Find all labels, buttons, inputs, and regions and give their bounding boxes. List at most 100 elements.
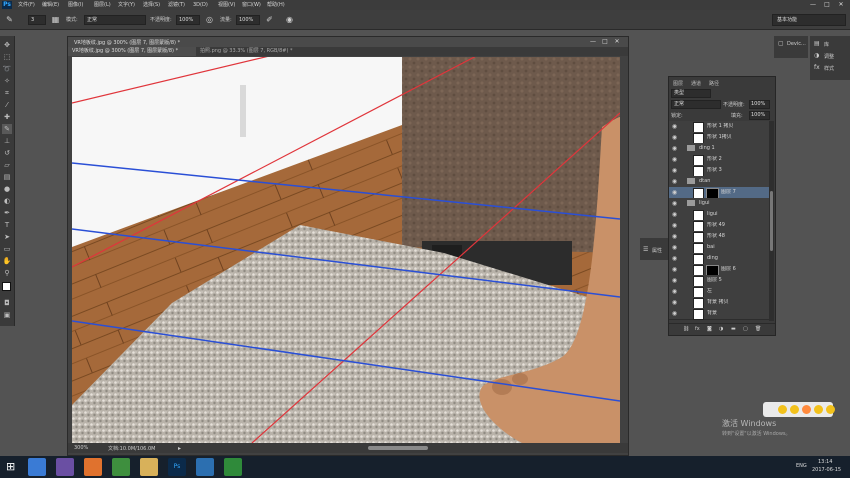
zoom-tool-icon[interactable]: ⚲ — [2, 268, 12, 278]
layer-name[interactable]: 背景 — [707, 310, 767, 317]
opacity-field[interactable]: 100% — [176, 15, 200, 25]
visibility-eye-icon[interactable]: ◉ — [671, 145, 678, 152]
menu-filter[interactable]: 滤镜(T) — [168, 1, 185, 9]
properties-collapsed-panel[interactable]: ☰ 属性 — [640, 238, 668, 260]
clock-time[interactable]: 13:14 — [818, 459, 832, 465]
trash-icon[interactable]: 🗑 — [755, 326, 761, 332]
eraser-tool-icon[interactable]: ▱ — [2, 160, 12, 170]
styles-icon[interactable]: fx — [814, 64, 820, 71]
flow-field[interactable]: 100% — [236, 15, 260, 25]
visibility-eye-icon[interactable]: ◉ — [671, 134, 678, 141]
visibility-eye-icon[interactable]: ◉ — [671, 189, 678, 196]
workspace-select[interactable]: 基本功能 — [772, 14, 846, 26]
brush-tool-icon[interactable]: ✎ — [2, 124, 12, 134]
add-mask-icon[interactable]: ◙ — [707, 326, 712, 332]
close-button[interactable]: ✕ — [834, 0, 848, 10]
type-tool-icon[interactable]: T — [2, 220, 12, 230]
camtasia2-app-icon[interactable] — [224, 458, 242, 476]
gradient-tool-icon[interactable]: ▤ — [2, 172, 12, 182]
properties-icon[interactable]: ☰ — [643, 246, 648, 253]
layer-name[interactable]: 形状 1拷贝 — [707, 134, 767, 141]
menu-3d[interactable]: 3D(D) — [193, 1, 208, 9]
new-group-icon[interactable]: ▬ — [731, 326, 736, 332]
layer-name[interactable]: bai — [707, 244, 767, 251]
chrome-app-icon[interactable] — [28, 458, 46, 476]
history-brush-icon[interactable]: ↺ — [2, 148, 12, 158]
adjustments-icon[interactable]: ◑ — [814, 52, 819, 59]
visibility-eye-icon[interactable]: ◉ — [671, 211, 678, 218]
device-preview-icon[interactable]: ▢ — [778, 40, 784, 47]
layer-name[interactable]: 左 — [707, 288, 767, 295]
visibility-eye-icon[interactable]: ◉ — [671, 277, 678, 284]
layer-opacity-field[interactable]: 100% — [749, 100, 770, 109]
crop-tool-icon[interactable]: ⌗ — [2, 88, 12, 98]
tab-photo[interactable]: 拍照.png @ 33.3% (图层 7, RGB/8#) * — [196, 47, 324, 56]
layer-row[interactable]: ◉ 背景 — [669, 308, 769, 320]
layer-name[interactable]: ligui — [699, 200, 767, 207]
emoji-icon[interactable] — [814, 405, 823, 414]
libraries-label[interactable]: 库 — [824, 41, 829, 48]
tab-channels[interactable]: 通道 — [691, 80, 701, 87]
folder-icon[interactable] — [687, 145, 695, 151]
quick-mask-icon[interactable]: ◘ — [2, 298, 12, 308]
path-select-icon[interactable]: ➤ — [2, 232, 12, 242]
hand-tool-icon[interactable]: ✋ — [2, 256, 12, 266]
visibility-eye-icon[interactable]: ◉ — [671, 244, 678, 251]
clock-date[interactable]: 2017-06-15 — [812, 467, 841, 473]
blend-mode-select[interactable]: 正常 — [671, 100, 721, 109]
brush-panel-icon[interactable]: ▦ — [50, 14, 61, 25]
dodge-tool-icon[interactable]: ◐ — [2, 196, 12, 206]
folder-icon[interactable] — [687, 178, 695, 184]
libraries-icon[interactable]: ▤ — [814, 40, 820, 47]
properties-label[interactable]: 属性 — [652, 247, 662, 254]
adjustment-layer-icon[interactable]: ◑ — [719, 326, 723, 332]
settings-app-icon[interactable] — [56, 458, 74, 476]
layer-list-scrollbar[interactable] — [769, 121, 774, 321]
layer-name[interactable]: 形状 49 — [707, 222, 767, 229]
screen-mode-icon[interactable]: ▣ — [2, 310, 12, 320]
file-explorer-icon[interactable] — [140, 458, 158, 476]
stamp-tool-icon[interactable]: ⊥ — [2, 136, 12, 146]
layer-name[interactable]: 背景 拷贝 — [707, 299, 767, 306]
visibility-eye-icon[interactable]: ◉ — [671, 123, 678, 130]
pressure-size-icon[interactable]: ◉ — [284, 14, 295, 25]
app-taskbar-icon[interactable] — [196, 458, 214, 476]
tab-layers[interactable]: 图层 — [673, 80, 683, 87]
healing-tool-icon[interactable]: ✚ — [2, 112, 12, 122]
layer-name[interactable]: dtan — [699, 178, 767, 185]
menu-select[interactable]: 选择(S) — [143, 1, 160, 9]
menu-layer[interactable]: 图层(L) — [94, 1, 111, 9]
layer-name[interactable]: 形状 3 — [707, 167, 767, 174]
emoji-icon[interactable] — [826, 405, 835, 414]
visibility-eye-icon[interactable]: ◉ — [671, 156, 678, 163]
menu-type[interactable]: 文字(Y) — [118, 1, 135, 9]
eyedropper-icon[interactable]: ⁄ — [2, 100, 12, 110]
fx-icon[interactable]: fx — [695, 326, 700, 332]
layer-filter-select[interactable]: 类型 — [671, 89, 711, 98]
emoji-icon[interactable] — [778, 405, 787, 414]
visibility-eye-icon[interactable]: ◉ — [671, 310, 678, 317]
visibility-eye-icon[interactable]: ◉ — [671, 222, 678, 229]
pen-tool-icon[interactable]: ✒ — [2, 208, 12, 218]
blur-tool-icon[interactable]: ● — [2, 184, 12, 194]
emoji-icon[interactable] — [802, 405, 811, 414]
minimize-button[interactable]: — — [806, 0, 820, 10]
menu-file[interactable]: 文件(F) — [18, 1, 35, 9]
fill-field[interactable]: 100% — [749, 111, 770, 120]
menu-view[interactable]: 视图(V) — [218, 1, 235, 9]
brush-tool-icon[interactable]: ✎ — [4, 14, 15, 25]
tab-vr-floor[interactable]: VR地板纹.jpg @ 300% (图层 7, 图层蒙版/8) * — [68, 47, 196, 56]
maximize-button[interactable]: □ — [820, 0, 834, 10]
visibility-eye-icon[interactable]: ◉ — [671, 299, 678, 306]
menu-image[interactable]: 图像(I) — [68, 1, 83, 9]
layer-name[interactable]: 形状 1 拷贝 — [707, 123, 767, 130]
layer-name[interactable]: ding — [707, 255, 767, 262]
marquee-tool-icon[interactable]: ⬚ — [2, 52, 12, 62]
recorder-app-icon[interactable] — [84, 458, 102, 476]
tab-paths[interactable]: 路径 — [709, 80, 719, 87]
styles-label[interactable]: 样式 — [824, 65, 834, 72]
new-layer-icon[interactable]: ▢ — [743, 326, 748, 332]
zoom-level[interactable]: 300% — [74, 445, 88, 451]
visibility-eye-icon[interactable]: ◉ — [671, 167, 678, 174]
adjustments-label[interactable]: 调整 — [824, 53, 834, 60]
